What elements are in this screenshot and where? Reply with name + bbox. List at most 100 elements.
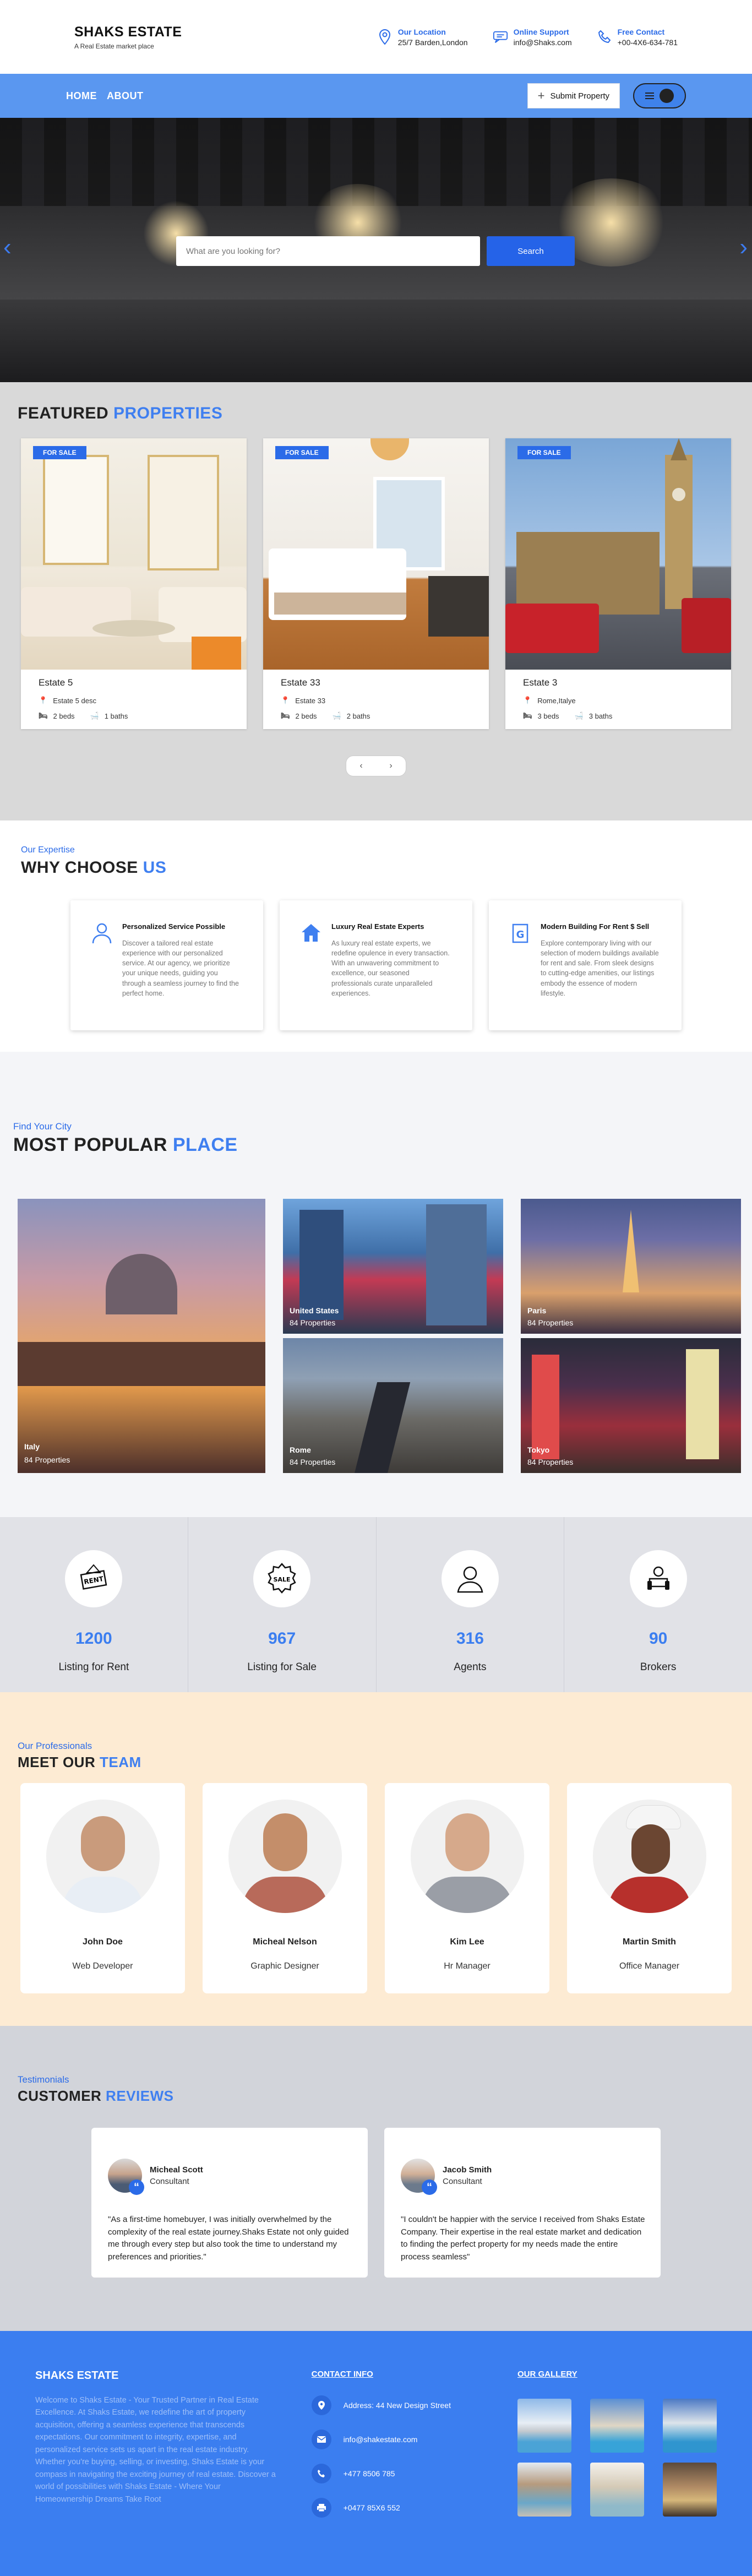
location-pin-icon: [377, 28, 393, 46]
title-part: MOST POPULAR: [13, 1134, 167, 1155]
site-footer: SHAKS ESTATE Welcome to Shaks Estate - Y…: [0, 2331, 752, 2576]
team-cards: John Doe Web Developer Micheal Nelson Gr…: [18, 1783, 734, 1993]
hero-search: Search: [176, 236, 575, 266]
location-pin-icon: 📍: [281, 696, 290, 704]
footer-contact-row: +477 8506 785: [311, 2464, 517, 2483]
stat-label: Listing for Rent: [58, 1661, 129, 1673]
bath-icon: 🛁: [90, 711, 99, 720]
city-card[interactable]: Tokyo 84 Properties: [521, 1338, 741, 1473]
property-name: Estate 33: [281, 677, 320, 688]
team-card[interactable]: Micheal Nelson Graphic Designer: [203, 1783, 367, 1993]
beds: 🛏 3 beds: [523, 711, 559, 720]
bed-icon: 🛏: [523, 711, 532, 720]
footer-about: SHAKS ESTATE Welcome to Shaks Estate - Y…: [35, 2370, 277, 2576]
title-part: MEET OUR: [18, 1754, 96, 1770]
avatar: “: [108, 2159, 144, 2195]
printer-icon: [311, 2498, 331, 2518]
hero-banner: ‹ › Search: [0, 118, 752, 382]
carousel-pager: ‹ ›: [18, 756, 734, 776]
team-card[interactable]: Martin Smith Office Manager: [567, 1783, 732, 1993]
footer-contact-text[interactable]: info@shakestate.com: [344, 2435, 418, 2444]
section-title: MOST POPULAR PLACE: [13, 1134, 739, 1156]
gallery-image[interactable]: [590, 2463, 644, 2517]
pager-prev-button[interactable]: ‹: [346, 756, 376, 776]
mail-icon: [311, 2430, 331, 2449]
gallery-image[interactable]: [663, 2399, 717, 2453]
footer-contact-row: Address: 44 New Design Street: [311, 2395, 517, 2415]
property-location: 📍 Rome,Italye: [523, 696, 713, 705]
why-choose-us: Our Expertise WHY CHOOSE US Personalized…: [0, 820, 752, 1052]
reviewer-name: Micheal Scott: [150, 2165, 203, 2175]
nav-home[interactable]: HOME: [66, 90, 97, 102]
stat-label: Brokers: [640, 1661, 677, 1673]
property-card[interactable]: FOR SALE Estate 5 📍 Estate 5 desc 🛏 2 beds…: [21, 438, 247, 729]
location-text: Rome,Italye: [537, 696, 576, 705]
footer-gallery: OUR GALLERY: [517, 2370, 717, 2576]
city-card[interactable]: Paris 84 Properties: [521, 1199, 741, 1334]
property-card[interactable]: FOR SALE Estate 33 📍 Estate 33 🛏 2 beds 🛁 2…: [263, 438, 489, 729]
baths: 🛁 3 baths: [575, 711, 613, 720]
feature-desc: As luxury real estate experts, we redefi…: [331, 939, 450, 997]
title-highlight: PROPERTIES: [113, 404, 223, 422]
meet-our-team: Our Professionals MEET OUR TEAM John Doe…: [0, 1692, 752, 2026]
gallery-image[interactable]: [517, 2463, 571, 2517]
main-nav: HOME ABOUT + Submit Property: [0, 74, 752, 118]
location-pin-icon: [311, 2395, 331, 2415]
city-count: 84 Properties: [527, 1458, 574, 1466]
search-input[interactable]: [176, 236, 480, 266]
city-count: 84 Properties: [24, 1455, 70, 1464]
stat-value: 1200: [75, 1629, 112, 1648]
contact-support: Online Support info@Shaks.com: [493, 28, 572, 47]
footer-brand: SHAKS ESTATE: [35, 2370, 119, 2382]
city-card[interactable]: Rome 84 Properties: [283, 1338, 503, 1473]
team-card[interactable]: Kim Lee Hr Manager: [385, 1783, 549, 1993]
feature-card: Luxury Real Estate Experts As luxury real…: [280, 900, 472, 1030]
property-meta: 🛏 3 beds 🛁 3 baths: [523, 711, 713, 720]
footer-gallery-title: OUR GALLERY: [517, 2370, 577, 2379]
feature-title: Personalized Service Possible: [122, 922, 226, 931]
property-info: Estate 5 📍 Estate 5 desc 🛏 2 beds 🛁 1 baths: [21, 670, 247, 729]
brand-name: SHAKS ESTATE: [74, 24, 182, 40]
contact-value[interactable]: info@Shaks.com: [514, 38, 572, 47]
feature-desc: Discover a tailored real estate experien…: [122, 939, 239, 997]
nav-about[interactable]: ABOUT: [107, 90, 144, 102]
property-info: Estate 3 📍 Rome,Italye 🛏 3 beds 🛁 3 baths: [505, 670, 731, 729]
footer-contact-title: CONTACT INFO: [311, 2370, 373, 2379]
property-card[interactable]: FOR SALE Estate 3 📍 Rome,Italye 🛏 3 beds 🛁…: [505, 438, 731, 729]
title-part: FEATURED: [18, 404, 109, 422]
beds: 🛏 2 beds: [281, 711, 317, 720]
chevron-left-icon[interactable]: ‹: [3, 233, 12, 261]
footer-contact-text[interactable]: +477 8506 785: [344, 2469, 395, 2478]
gallery-image[interactable]: [663, 2463, 717, 2517]
avatar: [592, 1800, 706, 1913]
brand[interactable]: SHAKS ESTATE A Real Estate market place: [74, 24, 182, 50]
city-card[interactable]: United States 84 Properties: [283, 1199, 503, 1334]
user-menu-button[interactable]: [633, 83, 686, 108]
popular-places: Find Your City MOST POPULAR PLACE Italy …: [0, 1052, 752, 1517]
section-subtitle: Our Professionals: [18, 1741, 92, 1751]
bed-icon: 🛏: [281, 711, 290, 720]
team-card[interactable]: John Doe Web Developer: [20, 1783, 185, 1993]
gallery-image[interactable]: [517, 2399, 571, 2453]
pager-next-button[interactable]: ›: [376, 756, 406, 776]
baths-text: 3 baths: [588, 711, 613, 720]
chevron-right-icon[interactable]: ›: [739, 233, 748, 261]
city-card[interactable]: Italy 84 Properties: [18, 1199, 265, 1473]
reviewer: “ Jacob Smith Consultant: [401, 2159, 645, 2195]
footer-contact-text: Address: 44 New Design Street: [343, 2401, 451, 2410]
phone-icon: [597, 28, 612, 46]
house-icon: [301, 922, 321, 1008]
feature-title: Luxury Real Estate Experts: [331, 922, 424, 931]
svg-text:G: G: [516, 929, 525, 941]
gallery-image[interactable]: [590, 2399, 644, 2453]
stat-label: Agents: [454, 1661, 487, 1673]
contact-value[interactable]: +00-4X6-634-781: [618, 38, 678, 47]
stat-item: RENT 1200 Listing for Rent: [0, 1517, 188, 1692]
quote-icon: “: [129, 2180, 144, 2195]
avatar: [46, 1800, 160, 1913]
contact-value: 25/7 Barden,London: [397, 37, 468, 47]
member-name: John Doe: [83, 1937, 123, 1947]
submit-property-button[interactable]: + Submit Property: [527, 83, 620, 108]
search-button[interactable]: Search: [487, 236, 575, 266]
avatar: [228, 1800, 342, 1913]
